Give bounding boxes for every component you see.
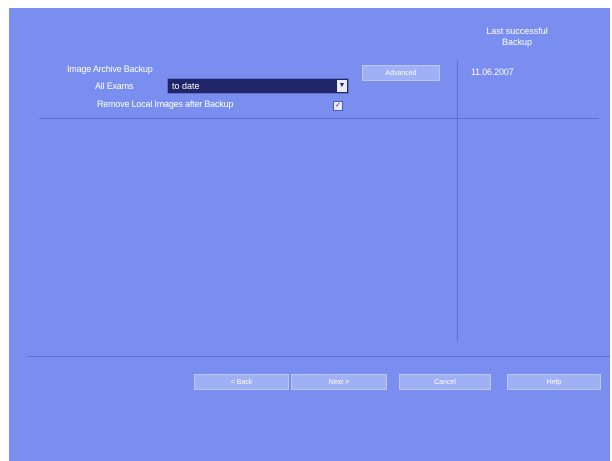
last-backup-header-line2: Backup: [501, 37, 533, 47]
remove-images-checkbox[interactable]: ✓: [333, 101, 343, 111]
last-backup-header: Last successful Backup: [457, 26, 577, 48]
last-backup-header-line1: Last successful: [486, 26, 548, 36]
section-title: Image Archive Backup: [67, 64, 153, 74]
divider-bottom: [27, 356, 610, 357]
exams-select[interactable]: to date ▼: [167, 78, 349, 94]
remove-images-label: Remove Local Images after Backup: [97, 99, 234, 109]
advanced-button[interactable]: Advanced: [362, 65, 440, 81]
divider-top: [39, 118, 599, 119]
chevron-down-icon[interactable]: ▼: [337, 80, 347, 92]
exams-label: All Exams: [95, 81, 134, 91]
divider-vertical: [457, 60, 458, 341]
exams-select-value: to date: [172, 81, 200, 91]
backup-dialog: Last successful Backup Image Archive Bac…: [9, 8, 610, 461]
help-button[interactable]: Help: [507, 374, 601, 390]
next-button[interactable]: Next >: [291, 374, 387, 390]
last-backup-date: 11.06.2007: [471, 67, 514, 77]
cancel-button[interactable]: Cancel: [399, 374, 491, 390]
back-button[interactable]: < Back: [194, 374, 289, 390]
